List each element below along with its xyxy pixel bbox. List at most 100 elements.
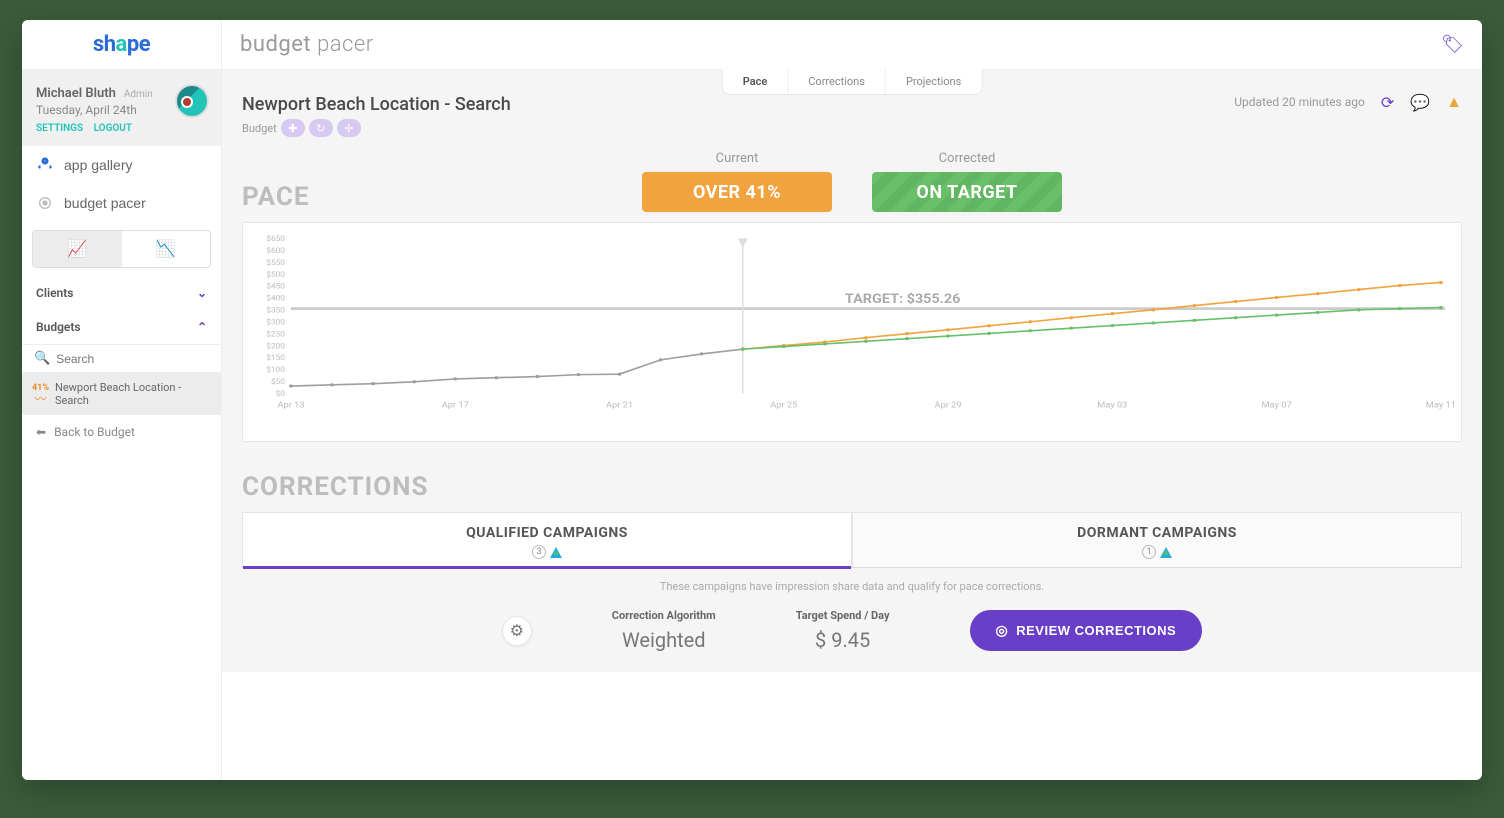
- chat-icon[interactable]: 💬: [1410, 93, 1430, 112]
- nav-budget-pacer[interactable]: budget pacer: [22, 184, 221, 222]
- search-icon: 🔍: [34, 351, 50, 366]
- section-label: Budgets: [36, 320, 81, 334]
- trend-up-button[interactable]: 📈: [33, 231, 122, 267]
- current-label: Current: [642, 151, 832, 166]
- pace-title: PACE: [242, 182, 310, 212]
- svg-text:Apr 21: Apr 21: [606, 401, 633, 410]
- svg-text:May 07: May 07: [1262, 401, 1292, 410]
- budget-label: Newport Beach Location - Search: [55, 381, 211, 407]
- chevron-up-icon: ⌃: [197, 320, 207, 334]
- count-badge: 1: [1142, 545, 1156, 559]
- tab-pace[interactable]: Pace: [723, 69, 789, 94]
- corrections-title: CORRECTIONS: [242, 472, 1462, 502]
- pill-plus-icon[interactable]: ✚: [281, 119, 305, 137]
- gear-icon: ⚙: [510, 621, 524, 640]
- campaign-tabs: QUALIFIED CAMPAIGNS 3 DORMANT CAMPAIGNS …: [242, 512, 1462, 568]
- tab-dormant-campaigns[interactable]: DORMANT CAMPAIGNS 1: [852, 512, 1462, 567]
- svg-text:$450: $450: [266, 282, 284, 290]
- svg-text:Apr 25: Apr 25: [770, 401, 797, 410]
- campaign-note: These campaigns have impression share da…: [242, 580, 1462, 593]
- back-arrow-icon: ⬅: [36, 425, 46, 439]
- svg-text:$550: $550: [266, 258, 284, 266]
- user-panel: Michael Bluth Admin Tuesday, April 24th …: [22, 70, 221, 146]
- tab-projections[interactable]: Projections: [886, 69, 981, 94]
- nav-label: app gallery: [64, 157, 133, 173]
- trend-toggle: 📈 📉: [32, 230, 211, 268]
- svg-text:TARGET: $355.26: TARGET: $355.26: [845, 292, 961, 307]
- svg-text:$600: $600: [266, 246, 284, 254]
- warning-icon[interactable]: ▲: [1446, 92, 1462, 112]
- svg-text:$500: $500: [266, 270, 284, 278]
- svg-text:$50: $50: [271, 377, 285, 385]
- pace-header: PACE Current OVER 41% Corrected ON TARGE…: [242, 151, 1462, 212]
- algo-label: Correction Algorithm: [612, 609, 716, 622]
- refresh-icon[interactable]: ⟳: [1381, 93, 1394, 112]
- status-current: OVER 41%: [642, 172, 832, 212]
- svg-text:$150: $150: [266, 354, 284, 362]
- count-badge: 3: [532, 545, 546, 559]
- svg-text:Apr 29: Apr 29: [935, 401, 962, 410]
- pace-chart: $0$50$100$150$200$250$300$350$400$450$50…: [242, 222, 1462, 442]
- trend-up-icon: 📈: [67, 241, 87, 258]
- tab-corrections[interactable]: Corrections: [788, 69, 886, 94]
- subheader: Pace Corrections Projections Newport Bea…: [222, 70, 1482, 145]
- clients-section[interactable]: Clients ⌄: [22, 276, 221, 310]
- user-role: Admin: [124, 89, 153, 100]
- budgets-section[interactable]: Budgets ⌃: [22, 310, 221, 344]
- nav-label: budget pacer: [64, 195, 146, 211]
- svg-text:$650: $650: [266, 235, 284, 243]
- svg-text:$400: $400: [266, 294, 284, 302]
- budget-pills: Budget ✚ ↻ ✢: [242, 119, 1462, 137]
- svg-text:$250: $250: [266, 330, 284, 338]
- tab-label: DORMANT CAMPAIGNS: [853, 525, 1461, 541]
- back-to-budget[interactable]: ⬅ Back to Budget: [22, 415, 221, 449]
- chevron-down-icon: ⌄: [197, 286, 207, 300]
- apps-icon: [36, 156, 54, 174]
- settings-gear-button[interactable]: ⚙: [502, 616, 532, 646]
- adwords-icon: [1160, 547, 1172, 558]
- adwords-icon: [550, 547, 562, 558]
- logout-link[interactable]: LOGOUT: [94, 123, 132, 134]
- pill-move-icon[interactable]: ✢: [337, 119, 361, 137]
- corrections-summary: ⚙ Correction Algorithm Weighted Target S…: [242, 609, 1462, 652]
- svg-text:$100: $100: [266, 366, 284, 374]
- target-icon: ◎: [996, 622, 1009, 639]
- nav-app-gallery[interactable]: app gallery: [22, 146, 221, 184]
- svg-text:Apr 13: Apr 13: [277, 401, 304, 410]
- svg-text:$350: $350: [266, 306, 284, 314]
- review-corrections-button[interactable]: ◎ REVIEW CORRECTIONS: [970, 610, 1203, 651]
- user-name: Michael Bluth: [36, 86, 116, 101]
- algo-value: Weighted: [612, 628, 716, 652]
- sidebar: shape Michael Bluth Admin Tuesday, April…: [22, 20, 222, 780]
- tab-qualified-campaigns[interactable]: QUALIFIED CAMPAIGNS 3: [242, 512, 852, 567]
- updated-text: Updated 20 minutes ago: [1234, 95, 1365, 109]
- trend-up-icon: 〰: [34, 393, 46, 405]
- svg-text:Apr 17: Apr 17: [442, 401, 469, 410]
- topbar: budget pacer 🏷: [222, 20, 1482, 70]
- pill-refresh-icon[interactable]: ↻: [309, 119, 333, 137]
- target-icon: [36, 194, 54, 212]
- budget-label: Budget: [242, 122, 277, 135]
- svg-text:$200: $200: [266, 342, 284, 350]
- section-label: Clients: [36, 286, 73, 300]
- app-brand: budget pacer: [240, 32, 374, 57]
- search-input[interactable]: [56, 352, 211, 366]
- svg-text:May 11: May 11: [1426, 401, 1456, 410]
- svg-text:$0: $0: [276, 389, 285, 397]
- settings-link[interactable]: SETTINGS: [36, 123, 83, 134]
- trend-down-button[interactable]: 📉: [122, 231, 211, 267]
- view-tabs: Pace Corrections Projections: [722, 69, 983, 95]
- logo: shape: [22, 20, 221, 70]
- trend-down-icon: 📉: [156, 241, 176, 258]
- tab-label: QUALIFIED CAMPAIGNS: [243, 525, 851, 541]
- tag-icon[interactable]: 🏷: [1441, 34, 1464, 55]
- corrected-label: Corrected: [872, 151, 1062, 166]
- target-spend-value: $ 9.45: [796, 628, 890, 652]
- status-corrected: ON TARGET: [872, 172, 1062, 212]
- avatar[interactable]: [175, 84, 209, 118]
- button-label: REVIEW CORRECTIONS: [1016, 623, 1176, 638]
- svg-text:May 03: May 03: [1097, 401, 1127, 410]
- back-label: Back to Budget: [54, 425, 135, 439]
- target-spend-label: Target Spend / Day: [796, 609, 890, 622]
- budget-list-item[interactable]: 41% 〰 Newport Beach Location - Search: [22, 373, 221, 415]
